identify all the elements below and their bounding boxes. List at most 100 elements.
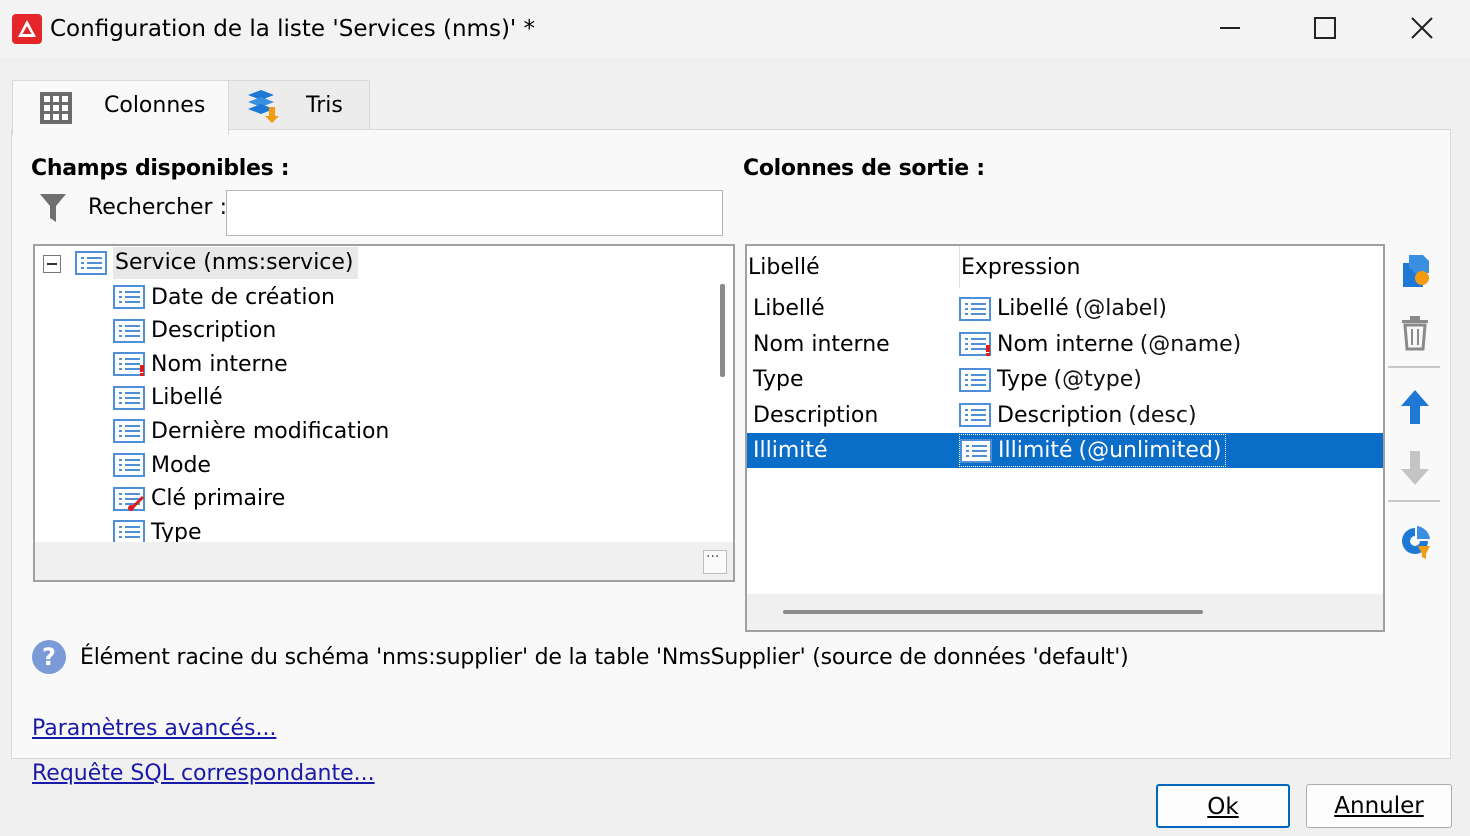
tree-item[interactable]: Dernière modification	[113, 415, 389, 447]
cancel-button[interactable]: Annuler	[1306, 784, 1452, 828]
expression-name: Nom interne	[997, 331, 1134, 357]
tree-root[interactable]: Service (nms:service)	[75, 247, 358, 279]
table-icon	[75, 251, 107, 275]
column-separator[interactable]	[959, 246, 960, 288]
grid-row[interactable]: Libellé Libellé (@label)	[747, 291, 1383, 326]
header-expression[interactable]: Expression	[961, 246, 1080, 288]
expression-path: (desc)	[1128, 402, 1197, 428]
scroll-thumb[interactable]	[783, 610, 1203, 614]
column-label-cell[interactable]: Illimité	[753, 433, 828, 468]
maximize-button[interactable]	[1295, 8, 1355, 48]
grid-row[interactable]: Illimité Illimité (@unlimited)	[747, 433, 1383, 468]
collapse-toggle[interactable]	[43, 255, 61, 273]
tree-item[interactable]: Description	[113, 315, 276, 347]
output-columns-title: Colonnes de sortie :	[743, 156, 985, 181]
field-required-icon	[113, 352, 145, 377]
expression-name: Illimité	[998, 438, 1073, 463]
tree-vertical-scrollbar[interactable]	[711, 246, 733, 542]
field-icon	[113, 419, 145, 444]
tree-horizontal-scrollbar[interactable]	[35, 542, 733, 580]
field-icon	[959, 367, 991, 392]
close-button[interactable]	[1392, 8, 1452, 48]
expression-cell[interactable]: Nom interne (@name)	[959, 327, 1241, 362]
info-text: Élément racine du schéma 'nms:supplier' …	[80, 644, 1129, 670]
maximize-icon	[1314, 17, 1336, 39]
move-down-button[interactable]	[1397, 448, 1433, 488]
tree-item-label: Date de création	[151, 284, 335, 310]
available-fields-title: Champs disponibles :	[31, 156, 290, 181]
add-column-icon	[1403, 255, 1429, 287]
expression-cell[interactable]: Type (@type)	[959, 362, 1142, 397]
field-icon	[959, 296, 991, 321]
field-icon	[960, 438, 992, 463]
header-label[interactable]: Libellé	[748, 246, 820, 288]
more-icon[interactable]	[703, 549, 727, 574]
grid-horizontal-scrollbar[interactable]	[747, 594, 1383, 630]
column-label-cell[interactable]: Type	[753, 362, 804, 397]
output-columns-grid[interactable]: Libellé Expression Libellé Libellé (@label…	[745, 244, 1385, 632]
expression-name: Type	[997, 367, 1048, 392]
minimize-button[interactable]	[1200, 8, 1260, 48]
grid-row[interactable]: Nom interne Nom interne (@name)	[747, 327, 1383, 362]
toolbar-separator	[1388, 500, 1440, 502]
expression-name: Libellé	[997, 296, 1069, 321]
available-fields-tree[interactable]: Service (nms:service) Date de création De…	[33, 244, 735, 582]
expression-path: (@type)	[1053, 367, 1142, 392]
distribution-icon	[1402, 526, 1430, 559]
field-icon	[113, 285, 145, 309]
dialog-body: Colonnes Tris Champs disponibles : Reche…	[11, 76, 1451, 786]
dialog-window: Configuration de la liste 'Services (nms…	[0, 0, 1470, 836]
tree-item[interactable]: Clé primaire	[113, 483, 285, 515]
expression-cell[interactable]: Illimité (@unlimited)	[959, 434, 1227, 467]
sort-icon	[248, 90, 279, 123]
tree-item[interactable]: Date de création	[113, 281, 335, 313]
tab-content: Champs disponibles : Rechercher : Servic…	[11, 129, 1451, 786]
column-label-cell[interactable]: Libellé	[753, 291, 825, 326]
field-key-icon	[113, 486, 145, 511]
window-title: Configuration de la liste 'Services (nms…	[50, 16, 536, 42]
advanced-settings-link[interactable]: Paramètres avancés...	[32, 716, 276, 741]
column-label-cell[interactable]: Description	[753, 398, 878, 433]
column-label-cell[interactable]: Nom interne	[753, 327, 890, 362]
delete-button[interactable]	[1397, 313, 1433, 353]
distribution-button[interactable]	[1397, 522, 1433, 562]
tab-tris[interactable]: Tris	[229, 80, 370, 132]
move-up-button[interactable]	[1397, 387, 1433, 427]
search-input[interactable]	[226, 190, 723, 236]
grid-row[interactable]: Type Type (@type)	[747, 362, 1383, 397]
ok-button[interactable]: Ok	[1156, 784, 1290, 828]
adobe-app-icon	[12, 14, 42, 44]
expression-cell[interactable]: Description (desc)	[959, 398, 1197, 433]
help-icon: ?	[32, 640, 66, 674]
tree-root-label: Service (nms:service)	[113, 247, 358, 279]
add-column-button[interactable]	[1397, 251, 1433, 291]
tab-colonnes[interactable]: Colonnes	[12, 80, 229, 135]
tree-item-label: Mode	[151, 452, 211, 478]
delete-icon	[1402, 316, 1428, 351]
expression-cell[interactable]: Libellé (@label)	[959, 291, 1167, 326]
close-icon	[1411, 17, 1433, 39]
minimize-icon	[1220, 27, 1240, 29]
move-down-icon	[1401, 451, 1429, 485]
move-up-icon	[1401, 390, 1429, 424]
grid-row[interactable]: Description Description (desc)	[747, 398, 1383, 433]
tree-item-label: Dernière modification	[151, 418, 390, 444]
cancel-button-label: Annuler	[1334, 793, 1424, 819]
tree-item-label: Nom interne	[151, 351, 288, 377]
search-label: Rechercher :	[88, 195, 227, 220]
tree-item[interactable]: Libellé	[113, 382, 223, 414]
expression-name: Description	[997, 402, 1123, 428]
info-row: ? Élément racine du schéma 'nms:supplier…	[32, 639, 1129, 675]
sql-query-link[interactable]: Requête SQL correspondante...	[32, 761, 375, 786]
field-icon	[113, 453, 145, 477]
tab-label: Colonnes	[104, 93, 206, 118]
tree-item[interactable]: Nom interne	[113, 348, 288, 380]
toolbar-separator	[1388, 366, 1440, 368]
scroll-thumb[interactable]	[720, 284, 725, 377]
field-required-icon	[959, 332, 991, 356]
expression-path: (@label)	[1074, 296, 1168, 321]
ok-button-label: Ok	[1207, 794, 1239, 820]
tab-label: Tris	[306, 93, 343, 118]
tree-item[interactable]: Mode	[113, 449, 211, 481]
title-bar: Configuration de la liste 'Services (nms…	[0, 0, 1470, 58]
